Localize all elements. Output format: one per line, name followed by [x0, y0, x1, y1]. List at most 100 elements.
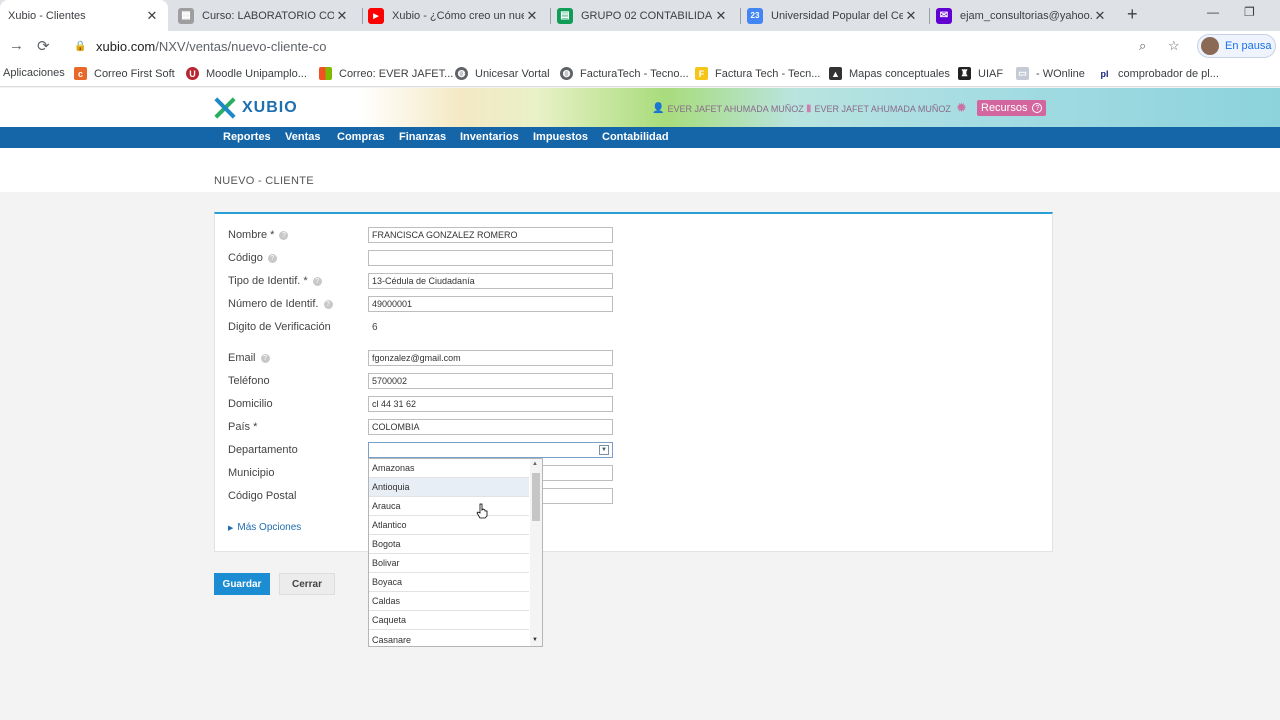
telefono-field[interactable]: 5700002	[368, 373, 613, 389]
nav-compras[interactable]: Compras	[337, 131, 385, 143]
numero-identif-field[interactable]: 49000001	[368, 296, 613, 312]
close-icon[interactable]: ✕	[334, 8, 350, 24]
bookmark-mapas[interactable]: ▲ Mapas conceptuales	[829, 67, 950, 80]
url-path: /NXV/ventas/nuevo-cliente-co	[155, 38, 327, 54]
domicilio-field[interactable]: cl 44 31 62	[368, 396, 613, 412]
bookmark-correo-first-soft[interactable]: c Correo First Soft	[74, 67, 175, 80]
bookmark-unicesar[interactable]: ◍ Unicesar Vortal	[455, 67, 550, 80]
mapas-icon: ▲	[829, 67, 842, 80]
bookmark-aplicaciones[interactable]: Aplicaciones	[3, 67, 65, 79]
lock-icon: 🔒	[74, 40, 87, 52]
windows-icon	[319, 67, 332, 80]
tab-youtube-xubio[interactable]: ▶ Xubio - ¿Cómo creo un nuevo ✕	[368, 0, 546, 31]
help-icon[interactable]: ?	[260, 353, 270, 363]
close-icon[interactable]: ✕	[524, 8, 540, 24]
tab-title: Xubio - Clientes	[8, 9, 86, 22]
minimize-icon[interactable]: —	[1207, 5, 1219, 19]
pais-field[interactable]: COLOMBIA	[368, 419, 613, 435]
company-icon: ▮	[806, 103, 812, 114]
company-menu[interactable]: ▮ EVER JAFET AHUMADA MUÑOZ	[806, 103, 951, 114]
departamento-select[interactable]: ▼	[368, 442, 613, 458]
close-icon[interactable]: ✕	[713, 8, 729, 24]
bookmark-uiaf[interactable]: ♜ UIAF	[958, 67, 1003, 80]
avatar	[1201, 37, 1219, 55]
dropdown-option-caldas[interactable]: Caldas	[369, 592, 529, 611]
recursos-button[interactable]: Recursos?	[977, 100, 1047, 116]
tab-title: ejam_consultorias@yahoo.com	[960, 9, 1092, 22]
scrollbar-thumb[interactable]	[532, 473, 540, 521]
bookmarks-bar: Aplicaciones c Correo First Soft U Moodle …	[0, 61, 1280, 87]
bookmark-factura-tech[interactable]: F Factura Tech - Tecn...	[695, 67, 820, 80]
url-host: xubio.com	[96, 38, 156, 54]
tab-universidad-popular[interactable]: 23 Universidad Popular del Cesar ✕	[747, 0, 925, 31]
chevron-down-icon[interactable]: ▼	[599, 445, 609, 455]
moodle-icon: ▦	[178, 7, 194, 24]
close-icon[interactable]: ✕	[903, 8, 919, 24]
help-icon: ?	[1032, 103, 1043, 113]
help-icon[interactable]: ?	[323, 299, 333, 309]
star-icon[interactable]: ☆	[1168, 38, 1180, 54]
dropdown-option-casanare[interactable]: Casanare	[369, 630, 529, 646]
dropdown-option-atlantico[interactable]: Atlantico	[369, 516, 529, 535]
sheets-icon: ▤	[557, 7, 573, 24]
help-icon[interactable]: ?	[267, 253, 277, 263]
restore-icon[interactable]: ❐	[1244, 5, 1255, 19]
tab-curso-laboratorio[interactable]: ▦ Curso: LABORATORIO CONTA ✕	[178, 0, 356, 31]
help-icon[interactable]: ?	[279, 230, 289, 240]
mas-opciones-link[interactable]: ▶ Más Opciones	[228, 522, 301, 533]
nav-reportes[interactable]: Reportes	[223, 131, 271, 143]
dropdown-option-boyaca[interactable]: Boyaca	[369, 573, 529, 592]
bookmark-correo-ever[interactable]: Correo: EVER JAFET...	[319, 67, 453, 80]
xubio-logo[interactable]: XUBIO	[213, 97, 298, 119]
page-title-bar: NUEVO - CLIENTE	[0, 148, 1280, 192]
document-icon: ▭	[1016, 67, 1029, 80]
profile-button[interactable]: En pausa	[1197, 34, 1276, 58]
help-icon[interactable]: ?	[312, 276, 322, 286]
bookmark-facturatech[interactable]: ◍ FacturaTech - Tecno...	[560, 67, 689, 80]
close-icon[interactable]: ✕	[144, 8, 160, 24]
nav-inventarios[interactable]: Inventarios	[460, 131, 519, 143]
reload-icon[interactable]: ⟳	[37, 37, 50, 55]
telefono-label: Teléfono	[228, 375, 270, 387]
globe-icon: ◍	[560, 67, 573, 80]
close-icon[interactable]: ✕	[1092, 8, 1108, 24]
codigo-field[interactable]	[368, 250, 613, 266]
cerrar-button[interactable]: Cerrar	[279, 573, 335, 595]
yahoo-mail-icon: ✉	[936, 7, 952, 24]
scroll-down-icon[interactable]: ▼	[532, 637, 538, 643]
dropdown-option-bolivar[interactable]: Bolivar	[369, 554, 529, 573]
dropdown-option-amazonas[interactable]: Amazonas	[369, 459, 529, 478]
nav-impuestos[interactable]: Impuestos	[533, 131, 588, 143]
tipo-identif-label: Tipo de Identif. *?	[228, 275, 322, 287]
tipo-identif-field[interactable]: 13-Cédula de Ciudadanía	[368, 273, 613, 289]
tab-title: Xubio - ¿Cómo creo un nuevo	[392, 9, 524, 22]
forward-icon[interactable]: →	[9, 37, 24, 54]
nombre-field[interactable]: FRANCISCA GONZALEZ ROMERO	[368, 227, 613, 243]
tab-yahoo-mail[interactable]: ✉ ejam_consultorias@yahoo.com ✕	[936, 0, 1114, 31]
dropdown-scrollbar[interactable]: ▲ ▼	[530, 459, 542, 646]
xubio-logo-icon	[213, 97, 237, 119]
guardar-button[interactable]: Guardar	[214, 573, 270, 595]
bookmark-wonline[interactable]: ▭ - WOnline	[1016, 67, 1085, 80]
zoom-icon[interactable]: ⌕	[1139, 38, 1146, 54]
email-field[interactable]: fgonzalez@gmail.com	[368, 350, 613, 366]
url-bar[interactable]: 🔒 xubio.com/NXV/ventas/nuevo-cliente-co	[64, 34, 1189, 58]
user-menu[interactable]: 👤 EVER JAFET AHUMADA MUÑOZ	[652, 103, 804, 114]
bookmark-comprobador[interactable]: pl comprobador de pl...	[1098, 67, 1219, 80]
scroll-up-icon[interactable]: ▲	[532, 461, 538, 467]
dropdown-option-bogota[interactable]: Bogota	[369, 535, 529, 554]
dropdown-option-antioquia[interactable]: Antioquia	[369, 478, 529, 497]
dropdown-option-arauca[interactable]: Arauca	[369, 497, 529, 516]
nav-finanzas[interactable]: Finanzas	[399, 131, 446, 143]
tab-grupo-contabilidad[interactable]: ▤ GRUPO 02 CONTABILIDAD D ✕	[557, 0, 735, 31]
bookmark-moodle[interactable]: U Moodle Unipamplo...	[186, 67, 307, 80]
new-tab-icon[interactable]: +	[1127, 4, 1138, 25]
tab-title: GRUPO 02 CONTABILIDAD D	[581, 9, 713, 22]
nav-contabilidad[interactable]: Contabilidad	[602, 131, 669, 143]
dropdown-option-caqueta[interactable]: Caqueta	[369, 611, 529, 630]
nav-ventas[interactable]: Ventas	[285, 131, 320, 143]
browser-tab-strip: Xubio - Clientes ✕ ▦ Curso: LABORATORIO …	[0, 0, 1280, 31]
gear-icon[interactable]: ✹	[956, 100, 967, 116]
tab-title: Universidad Popular del Cesar	[771, 9, 903, 22]
tab-xubio-clientes[interactable]: Xubio - Clientes ✕	[0, 0, 168, 31]
